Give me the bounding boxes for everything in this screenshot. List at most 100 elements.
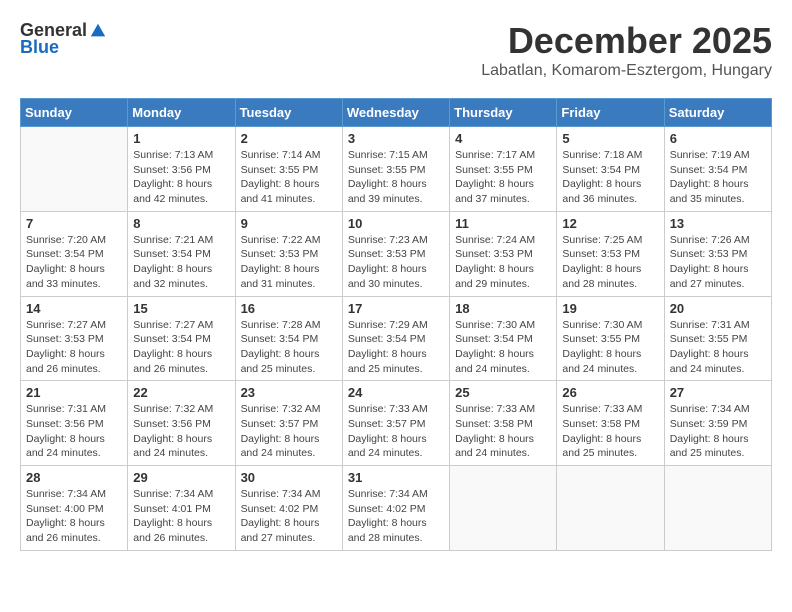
day-number: 4 bbox=[455, 131, 551, 146]
calendar-day-cell: 1 Sunrise: 7:13 AMSunset: 3:56 PMDaylight… bbox=[128, 127, 235, 212]
day-number: 23 bbox=[241, 385, 337, 400]
day-info: Sunrise: 7:27 AMSunset: 3:54 PMDaylight:… bbox=[133, 318, 229, 377]
day-number: 2 bbox=[241, 131, 337, 146]
calendar-day-cell: 3 Sunrise: 7:15 AMSunset: 3:55 PMDaylight… bbox=[342, 127, 449, 212]
day-number: 19 bbox=[562, 301, 658, 316]
day-number: 15 bbox=[133, 301, 229, 316]
calendar-week-row: 14Sunrise: 7:27 AMSunset: 3:53 PMDayligh… bbox=[21, 296, 772, 381]
weekday-header-sunday: Sunday bbox=[21, 99, 128, 127]
day-number: 22 bbox=[133, 385, 229, 400]
title-area: December 2025 Labatlan, Komarom-Esztergo… bbox=[481, 20, 772, 90]
calendar-empty-cell bbox=[21, 127, 128, 212]
calendar-day-cell: 22Sunrise: 7:32 AMSunset: 3:56 PMDayligh… bbox=[128, 381, 235, 466]
day-info: Sunrise: 7:21 AMSunset: 3:54 PMDaylight:… bbox=[133, 233, 229, 292]
day-number: 12 bbox=[562, 216, 658, 231]
calendar-day-cell: 21 Sunrise: 7:31 AMSunset: 3:56 PMDayligh… bbox=[21, 381, 128, 466]
month-title: December 2025 bbox=[508, 20, 772, 62]
day-number: 14 bbox=[26, 301, 122, 316]
calendar-day-cell: 12Sunrise: 7:25 AMSunset: 3:53 PMDayligh… bbox=[557, 211, 664, 296]
day-info: Sunrise: 7:33 AMSunset: 3:58 PMDaylight:… bbox=[455, 402, 551, 461]
day-number: 25 bbox=[455, 385, 551, 400]
calendar-day-cell: 18 Sunrise: 7:30 AMSunset: 3:54 PMDayligh… bbox=[450, 296, 557, 381]
calendar-day-cell: 2Sunrise: 7:14 AMSunset: 3:55 PMDaylight… bbox=[235, 127, 342, 212]
day-info: Sunrise: 7:34 AMSunset: 4:02 PMDaylight:… bbox=[348, 487, 444, 546]
day-info: Sunrise: 7:20 AMSunset: 3:54 PMDaylight:… bbox=[26, 233, 122, 292]
day-number: 9 bbox=[241, 216, 337, 231]
day-number: 3 bbox=[348, 131, 444, 146]
page-header: General Blue December 2025 Labatlan, Kom… bbox=[20, 20, 772, 90]
day-number: 8 bbox=[133, 216, 229, 231]
calendar-day-cell: 19 Sunrise: 7:30 AMSunset: 3:55 PMDayligh… bbox=[557, 296, 664, 381]
logo: General Blue bbox=[20, 20, 107, 58]
logo-icon bbox=[89, 22, 107, 40]
day-info: Sunrise: 7:34 AMSunset: 4:01 PMDaylight:… bbox=[133, 487, 229, 546]
calendar-header-row: SundayMondayTuesdayWednesdayThursdayFrid… bbox=[21, 99, 772, 127]
calendar-day-cell: 5Sunrise: 7:18 AMSunset: 3:54 PMDaylight… bbox=[557, 127, 664, 212]
calendar-day-cell: 15 Sunrise: 7:27 AMSunset: 3:54 PMDayligh… bbox=[128, 296, 235, 381]
calendar-week-row: 1 Sunrise: 7:13 AMSunset: 3:56 PMDaylight… bbox=[21, 127, 772, 212]
calendar-day-cell: 23 Sunrise: 7:32 AMSunset: 3:57 PMDayligh… bbox=[235, 381, 342, 466]
calendar-day-cell: 6 Sunrise: 7:19 AMSunset: 3:54 PMDaylight… bbox=[664, 127, 771, 212]
day-number: 27 bbox=[670, 385, 766, 400]
calendar-day-cell: 28Sunrise: 7:34 AMSunset: 4:00 PMDayligh… bbox=[21, 466, 128, 551]
day-number: 20 bbox=[670, 301, 766, 316]
day-number: 1 bbox=[133, 131, 229, 146]
day-info: Sunrise: 7:34 AMSunset: 3:59 PMDaylight:… bbox=[670, 402, 766, 461]
calendar-day-cell: 8 Sunrise: 7:21 AMSunset: 3:54 PMDaylight… bbox=[128, 211, 235, 296]
day-info: Sunrise: 7:34 AMSunset: 4:02 PMDaylight:… bbox=[241, 487, 337, 546]
day-number: 6 bbox=[670, 131, 766, 146]
calendar-day-cell: 27 Sunrise: 7:34 AMSunset: 3:59 PMDayligh… bbox=[664, 381, 771, 466]
day-info: Sunrise: 7:15 AMSunset: 3:55 PMDaylight:… bbox=[348, 148, 444, 207]
day-info: Sunrise: 7:33 AMSunset: 3:58 PMDaylight:… bbox=[562, 402, 658, 461]
calendar-week-row: 21 Sunrise: 7:31 AMSunset: 3:56 PMDayligh… bbox=[21, 381, 772, 466]
calendar-empty-cell bbox=[450, 466, 557, 551]
day-number: 31 bbox=[348, 470, 444, 485]
calendar-day-cell: 30 Sunrise: 7:34 AMSunset: 4:02 PMDayligh… bbox=[235, 466, 342, 551]
calendar-day-cell: 31 Sunrise: 7:34 AMSunset: 4:02 PMDayligh… bbox=[342, 466, 449, 551]
weekday-header-thursday: Thursday bbox=[450, 99, 557, 127]
weekday-header-monday: Monday bbox=[128, 99, 235, 127]
calendar-day-cell: 14Sunrise: 7:27 AMSunset: 3:53 PMDayligh… bbox=[21, 296, 128, 381]
day-number: 29 bbox=[133, 470, 229, 485]
day-info: Sunrise: 7:32 AMSunset: 3:57 PMDaylight:… bbox=[241, 402, 337, 461]
weekday-header-wednesday: Wednesday bbox=[342, 99, 449, 127]
day-number: 11 bbox=[455, 216, 551, 231]
calendar-day-cell: 17Sunrise: 7:29 AMSunset: 3:54 PMDayligh… bbox=[342, 296, 449, 381]
calendar-week-row: 7 Sunrise: 7:20 AMSunset: 3:54 PMDaylight… bbox=[21, 211, 772, 296]
calendar-day-cell: 13Sunrise: 7:26 AMSunset: 3:53 PMDayligh… bbox=[664, 211, 771, 296]
day-number: 30 bbox=[241, 470, 337, 485]
day-number: 7 bbox=[26, 216, 122, 231]
day-info: Sunrise: 7:31 AMSunset: 3:56 PMDaylight:… bbox=[26, 402, 122, 461]
day-info: Sunrise: 7:26 AMSunset: 3:53 PMDaylight:… bbox=[670, 233, 766, 292]
calendar-day-cell: 24 Sunrise: 7:33 AMSunset: 3:57 PMDayligh… bbox=[342, 381, 449, 466]
day-info: Sunrise: 7:19 AMSunset: 3:54 PMDaylight:… bbox=[670, 148, 766, 207]
day-info: Sunrise: 7:33 AMSunset: 3:57 PMDaylight:… bbox=[348, 402, 444, 461]
logo-blue: Blue bbox=[20, 37, 59, 58]
day-info: Sunrise: 7:31 AMSunset: 3:55 PMDaylight:… bbox=[670, 318, 766, 377]
calendar-empty-cell bbox=[664, 466, 771, 551]
day-info: Sunrise: 7:30 AMSunset: 3:54 PMDaylight:… bbox=[455, 318, 551, 377]
day-info: Sunrise: 7:22 AMSunset: 3:53 PMDaylight:… bbox=[241, 233, 337, 292]
day-info: Sunrise: 7:30 AMSunset: 3:55 PMDaylight:… bbox=[562, 318, 658, 377]
calendar-empty-cell bbox=[557, 466, 664, 551]
calendar-day-cell: 7 Sunrise: 7:20 AMSunset: 3:54 PMDaylight… bbox=[21, 211, 128, 296]
day-number: 18 bbox=[455, 301, 551, 316]
day-number: 28 bbox=[26, 470, 122, 485]
calendar-day-cell: 16 Sunrise: 7:28 AMSunset: 3:54 PMDayligh… bbox=[235, 296, 342, 381]
day-number: 21 bbox=[26, 385, 122, 400]
day-info: Sunrise: 7:17 AMSunset: 3:55 PMDaylight:… bbox=[455, 148, 551, 207]
day-number: 24 bbox=[348, 385, 444, 400]
weekday-header-tuesday: Tuesday bbox=[235, 99, 342, 127]
day-number: 10 bbox=[348, 216, 444, 231]
location-subtitle: Labatlan, Komarom-Esztergom, Hungary bbox=[481, 62, 772, 80]
day-info: Sunrise: 7:24 AMSunset: 3:53 PMDaylight:… bbox=[455, 233, 551, 292]
day-info: Sunrise: 7:13 AMSunset: 3:56 PMDaylight:… bbox=[133, 148, 229, 207]
calendar-day-cell: 4 Sunrise: 7:17 AMSunset: 3:55 PMDaylight… bbox=[450, 127, 557, 212]
day-info: Sunrise: 7:28 AMSunset: 3:54 PMDaylight:… bbox=[241, 318, 337, 377]
day-info: Sunrise: 7:29 AMSunset: 3:54 PMDaylight:… bbox=[348, 318, 444, 377]
calendar-day-cell: 11 Sunrise: 7:24 AMSunset: 3:53 PMDayligh… bbox=[450, 211, 557, 296]
day-info: Sunrise: 7:23 AMSunset: 3:53 PMDaylight:… bbox=[348, 233, 444, 292]
calendar-day-cell: 10 Sunrise: 7:23 AMSunset: 3:53 PMDayligh… bbox=[342, 211, 449, 296]
day-number: 16 bbox=[241, 301, 337, 316]
calendar-week-row: 28Sunrise: 7:34 AMSunset: 4:00 PMDayligh… bbox=[21, 466, 772, 551]
